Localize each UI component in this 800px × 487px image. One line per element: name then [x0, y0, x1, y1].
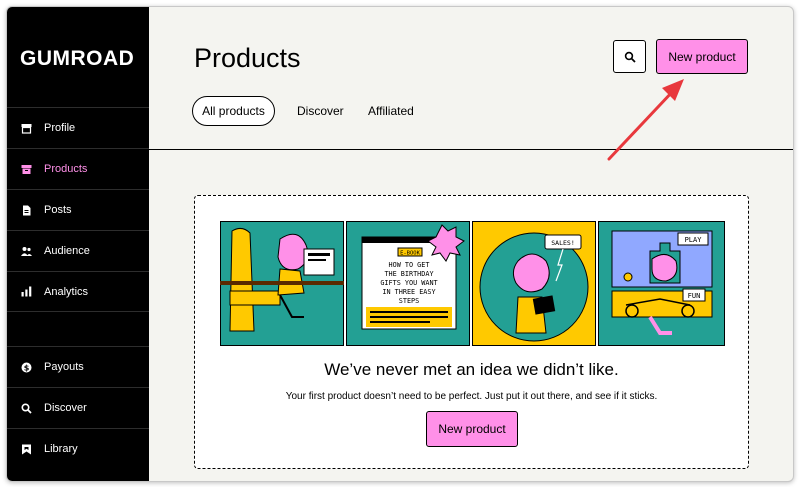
archive-icon [21, 164, 32, 175]
empty-state-card: E-BOOK HOW TO GET THE BIRTHDAY GIFTS YOU… [194, 195, 749, 469]
ebook-text-line: IN THREE EASY [382, 288, 435, 296]
page-title: Products [194, 43, 301, 73]
search-icon [624, 51, 636, 63]
ebook-text-line: HOW TO GET [389, 261, 430, 269]
search-icon [21, 402, 32, 414]
sidebar-item-label: Posts [44, 204, 72, 216]
sidebar-item-label: Analytics [44, 285, 89, 298]
sidebar-item-label: Discover [44, 402, 87, 414]
sidebar-item-label: Audience [44, 245, 90, 257]
sidebar-item-library[interactable]: Library [7, 428, 149, 469]
tab-all-products[interactable]: All products [192, 96, 275, 126]
tab-discover[interactable]: Discover [297, 96, 344, 126]
illustration-panel-sales: SALES! [472, 221, 596, 346]
sales-bubble: SALES! [551, 239, 574, 247]
sidebar: GUMROAD Profile Products Posts Audience [7, 7, 149, 481]
sidebar-item-audience[interactable]: Audience [7, 230, 149, 271]
fun-sign: FUN [688, 292, 701, 300]
people-icon [21, 246, 32, 257]
empty-state-illustration: E-BOOK HOW TO GET THE BIRTHDAY GIFTS YOU… [220, 221, 725, 346]
sidebar-item-payouts[interactable]: $ Payouts [7, 346, 149, 387]
main-content: Products New product All products Discov… [149, 7, 793, 481]
app-window: GUMROAD Profile Products Posts Audience [6, 6, 794, 482]
sidebar-item-discover[interactable]: Discover [7, 387, 149, 428]
sidebar-item-analytics[interactable]: Analytics [7, 271, 149, 312]
play-sign: PLAY [685, 236, 703, 244]
ebook-text-line: STEPS [399, 297, 419, 305]
search-button[interactable] [613, 40, 646, 73]
dollar-circle-icon: $ [21, 362, 32, 373]
illustration-panel-ebook: E-BOOK HOW TO GET THE BIRTHDAY GIFTS YOU… [346, 221, 470, 346]
sidebar-item-label: Payouts [44, 361, 84, 373]
ebook-tag: E-BOOK [400, 251, 421, 257]
sidebar-item-posts[interactable]: Posts [7, 189, 149, 230]
sidebar-item-label: Products [44, 163, 88, 175]
shop-icon [21, 123, 32, 134]
gumroad-logo[interactable]: GUMROAD [20, 47, 134, 71]
empty-state-headline: We’ve never met an idea we didn’t like. [324, 360, 619, 379]
ebook-text-line: THE BIRTHDAY [384, 270, 433, 278]
sidebar-item-label: Library [44, 443, 78, 455]
ebook-text-line: GIFTS YOU WANT [380, 279, 437, 287]
new-product-button[interactable]: New product [656, 39, 748, 74]
empty-state-subtext: Your first product doesn’t need to be pe… [285, 391, 658, 402]
illustration-panel-desk [220, 221, 344, 346]
sidebar-item-profile[interactable]: Profile [7, 107, 149, 148]
bar-chart-icon [21, 286, 32, 297]
new-product-cta-button[interactable]: New product [426, 411, 518, 447]
document-icon [21, 205, 32, 216]
header-divider [149, 149, 793, 150]
sidebar-item-label: Profile [44, 122, 76, 134]
tab-affiliated[interactable]: Affiliated [368, 96, 414, 126]
svg-text:$: $ [24, 363, 30, 372]
illustration-panel-play: PLAY FUN [598, 221, 725, 346]
sidebar-item-products[interactable]: Products [7, 148, 149, 189]
bookmark-icon [21, 444, 32, 455]
